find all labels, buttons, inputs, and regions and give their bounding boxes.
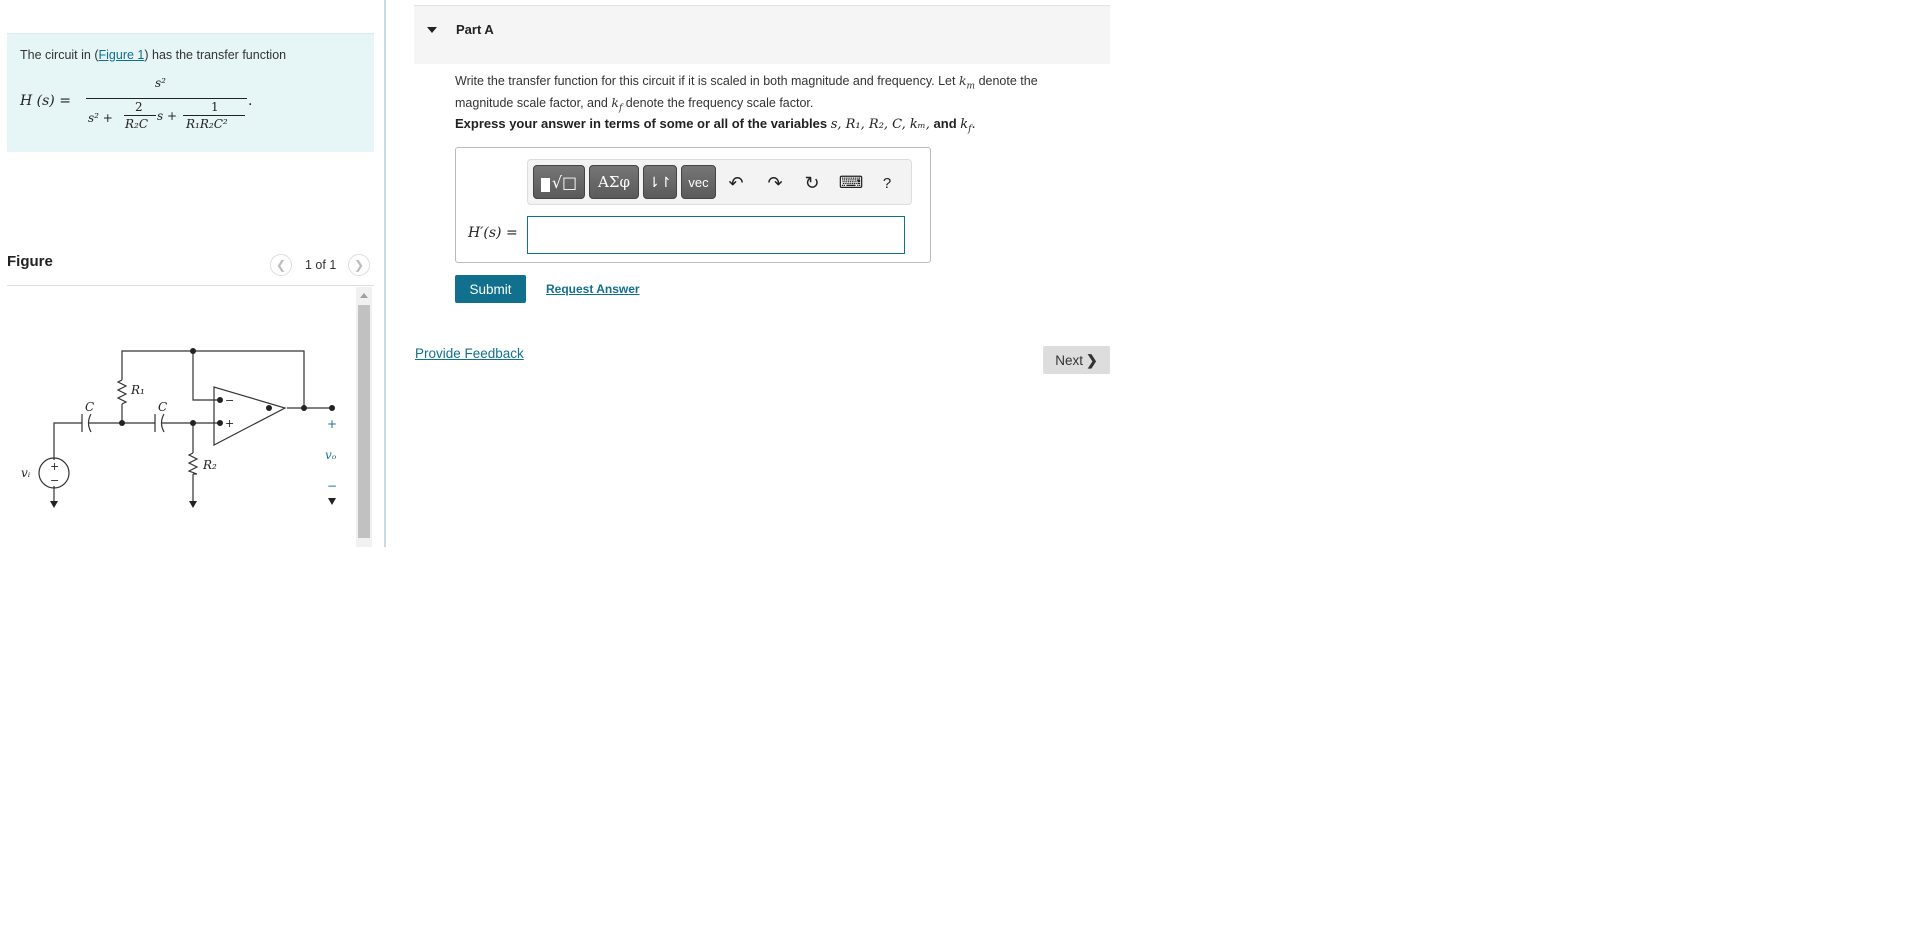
label-source-plus: +: [50, 460, 59, 473]
ground-arrow-output: [328, 498, 336, 505]
eq-period: .: [248, 93, 253, 109]
circuit-figure: R₁ C C R₂ vᵢ + − − + + vₒ −: [7, 286, 357, 546]
express-vars: s, R₁, R₂, C, kₘ,: [830, 117, 930, 132]
var-km: km: [958, 73, 975, 92]
question-text: Write the transfer function for this cir…: [455, 73, 1095, 116]
answer-input[interactable]: [527, 216, 905, 254]
label-vi: vᵢ: [21, 466, 31, 480]
figure-page-count: 1 of 1: [305, 258, 337, 272]
ground-arrow-source: [50, 501, 58, 508]
intro-suffix: ) has the transfer function: [144, 48, 287, 62]
circuit-diagram: R₁ C C R₂ vᵢ + − − + + vₒ −: [21, 348, 337, 508]
label-vo-plus: +: [327, 417, 337, 431]
eq-numerator: s²: [155, 76, 166, 90]
caret-down-icon: [427, 27, 437, 33]
answer-label: H′(s) =: [468, 225, 518, 241]
figure-next-button[interactable]: ❯: [348, 254, 370, 276]
express-kf: kf: [960, 117, 971, 135]
eq-subfrac-bar-2: [183, 115, 245, 116]
chevron-right-icon: ❯: [353, 258, 365, 272]
eq-subfrac-bar-1: [124, 115, 156, 116]
eq-den-r2c: R₂C: [125, 117, 149, 131]
label-c1: C: [85, 400, 94, 414]
express-kf-base: k: [960, 117, 969, 132]
var-km-sub: m: [966, 81, 976, 92]
node-1: [119, 420, 125, 426]
label-vo: vₒ: [325, 448, 337, 462]
transfer-function-equation: H (s) = s² . s² + 2 R₂C s + 1 R₁R₂C²: [20, 76, 370, 146]
node-2: [190, 420, 196, 426]
output-terminal: [329, 405, 335, 411]
wire-source-to-c1: [53, 422, 82, 460]
var-km-base: k: [958, 73, 967, 88]
express-prefix: Express your answer in terms of some or …: [455, 116, 831, 131]
templates-icon: √□: [540, 172, 577, 192]
math-toolbar: √□ ΑΣφ ⇂↾ vec ↶ ↷ ↻ ⌨ ?: [527, 159, 912, 205]
greek-symbols-button[interactable]: ΑΣφ: [589, 165, 639, 199]
circuit-wires: [38, 350, 332, 501]
eq-den-r1r2c2: R₁R₂C²: [186, 117, 228, 131]
figure-prev-button[interactable]: ❮: [270, 254, 292, 276]
express-and: and: [929, 116, 961, 131]
answer-box: √□ ΑΣφ ⇂↾ vec ↶ ↷ ↻ ⌨ ? H′(s) =: [455, 147, 931, 263]
next-label: Next: [1055, 352, 1084, 368]
eq-lhs: H (s) =: [20, 93, 71, 109]
pane-divider[interactable]: [384, 0, 386, 547]
question-part-c: denote the frequency scale factor.: [622, 95, 814, 110]
label-r2: R₂: [202, 458, 217, 472]
node-minus-input: [217, 397, 223, 403]
label-r1: R₁: [130, 383, 145, 397]
node-top: [190, 348, 196, 354]
scroll-up-arrow-icon[interactable]: [360, 293, 368, 298]
intro-prefix: The circuit in (: [20, 48, 99, 62]
part-title: Part A: [456, 22, 494, 37]
help-icon[interactable]: ?: [872, 166, 902, 200]
resistor-r2: [187, 452, 199, 475]
wire-to-minus: [192, 351, 220, 401]
resistor-r1: [116, 379, 128, 405]
var-kf-base: k: [611, 94, 619, 110]
intro-text: The circuit in (Figure 1) has the transf…: [20, 48, 286, 62]
eq-den-s: s +: [157, 109, 178, 123]
undo-icon[interactable]: ↶: [721, 166, 751, 200]
label-c2: C: [158, 400, 167, 414]
eq-den-1: 1: [211, 100, 219, 114]
chevron-left-icon: ❮: [275, 258, 287, 272]
arrows-button[interactable]: ⇂↾: [643, 165, 677, 199]
eq-fraction-bar: [86, 98, 247, 99]
label-vo-minus: −: [327, 479, 337, 493]
figure-link[interactable]: Figure 1: [99, 48, 145, 62]
node-opamp-output: [266, 405, 272, 411]
label-opamp-plus: +: [225, 417, 234, 430]
express-end: .: [971, 117, 976, 132]
scrollbar-thumb[interactable]: [358, 305, 370, 538]
provide-feedback-link[interactable]: Provide Feedback: [415, 346, 524, 361]
part-a-header[interactable]: Part A: [414, 5, 1110, 64]
next-button[interactable]: Next ❯: [1043, 346, 1110, 374]
figure-scrollbar[interactable]: [356, 287, 372, 547]
question-part-a: Write the transfer function for this cir…: [455, 74, 959, 88]
ground-arrow-r2: [189, 501, 197, 508]
eq-den-s2: s² +: [88, 111, 113, 125]
express-instruction: Express your answer in terms of some or …: [455, 116, 1095, 135]
label-source-minus: −: [50, 474, 59, 487]
left-pane: The circuit in (Figure 1) has the transf…: [0, 0, 384, 547]
reset-icon[interactable]: ↻: [797, 166, 827, 200]
eq-den-2: 2: [135, 100, 143, 114]
redo-icon[interactable]: ↷: [760, 166, 790, 200]
request-answer-link[interactable]: Request Answer: [546, 282, 640, 296]
problem-intro: The circuit in (Figure 1) has the transf…: [7, 33, 374, 152]
label-opamp-minus: −: [225, 394, 234, 407]
vector-button[interactable]: vec: [681, 165, 716, 199]
var-kf: kf: [611, 94, 622, 114]
node-output-junction: [301, 405, 307, 411]
chevron-right-icon: ❯: [1086, 351, 1098, 368]
templates-button[interactable]: √□: [533, 165, 585, 199]
submit-button[interactable]: Submit: [455, 275, 526, 303]
figure-title: Figure: [7, 253, 53, 270]
keyboard-icon[interactable]: ⌨: [836, 166, 866, 200]
node-plus-input: [217, 420, 223, 426]
